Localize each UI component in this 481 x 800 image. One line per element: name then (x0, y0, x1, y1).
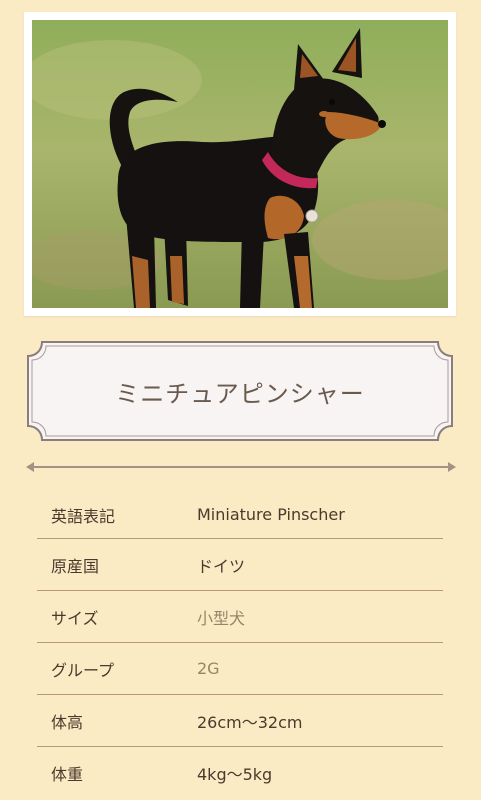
info-row-english-name: 英語表記 Miniature Pinscher (37, 491, 443, 539)
info-label: 英語表記 (51, 506, 116, 526)
breed-name: ミニチュアピンシャー (115, 379, 365, 408)
info-value: 4kg〜5kg (197, 765, 273, 784)
info-label: 体重 (51, 765, 84, 784)
info-label: 原産国 (51, 556, 100, 576)
breed-info-table: 英語表記 Miniature Pinscher 原産国 ドイツ サイズ 小型犬 … (37, 491, 443, 799)
info-value: ドイツ (197, 556, 246, 576)
info-row-size: サイズ 小型犬 (37, 591, 443, 643)
divider-arrow (26, 462, 456, 472)
info-value: 26cm〜32cm (197, 712, 303, 732)
info-value: Miniature Pinscher (197, 505, 345, 524)
info-label: グループ (51, 660, 115, 680)
info-label: 体高 (51, 712, 84, 732)
size-link[interactable]: 小型犬 (197, 605, 245, 629)
info-label: サイズ (51, 608, 99, 628)
info-row-weight: 体重 4kg〜5kg (37, 747, 443, 799)
breed-title-panel: ミニチュアピンシャー (24, 334, 456, 448)
group-link[interactable]: 2G (197, 659, 220, 678)
info-row-origin: 原産国 ドイツ (37, 539, 443, 591)
info-row-height: 体高 26cm〜32cm (37, 695, 443, 747)
info-row-group: グループ 2G (37, 643, 443, 695)
breed-photo-frame (24, 12, 456, 316)
dog-photo (32, 20, 448, 308)
